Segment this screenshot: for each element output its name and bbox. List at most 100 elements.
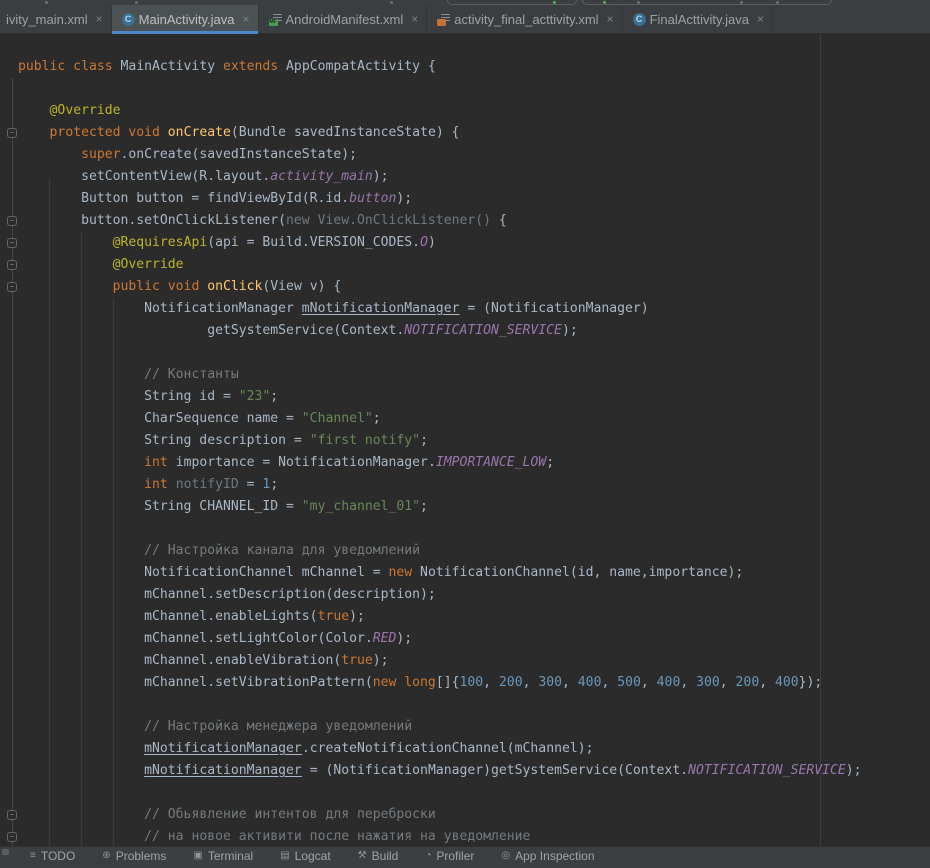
tab-mainactivity-java[interactable]: C MainActivity.java × [112, 5, 259, 33]
toolbar-button-dot [390, 1, 393, 4]
code-line: @Override [18, 254, 862, 276]
tab-finalacttivity-java[interactable]: C FinalActtivity.java × [623, 5, 773, 33]
gutter-fold-line [12, 78, 13, 855]
code-line: String CHANNEL_ID = "my_channel_01"; [18, 496, 862, 518]
code-line: mChannel.setVibrationPattern(new long[]{… [18, 672, 862, 694]
code-line [18, 518, 862, 540]
code-line [18, 782, 862, 804]
code-line: CharSequence name = "Channel"; [18, 408, 862, 430]
terminal-icon: ▣ [193, 850, 202, 862]
tab-label: MainActivity.java [139, 12, 235, 27]
code-line: protected void onCreate(Bundle savedInst… [18, 122, 862, 144]
tool-window-button-app-inspection[interactable]: ◎ App Inspection [501, 850, 594, 863]
code-line [18, 78, 862, 100]
tool-window-label: TODO [41, 850, 75, 863]
code-line: mChannel.enableVibration(true); [18, 650, 862, 672]
toolbar-button-dot [45, 1, 48, 4]
todo-icon: ≡ [30, 850, 36, 862]
tool-window-label: Problems [116, 850, 167, 863]
code-line: NotificationChannel mChannel = new Notif… [18, 562, 862, 584]
code-editor[interactable]: public class MainActivity extends AppCom… [0, 34, 930, 855]
layout-file-icon [437, 13, 450, 26]
code-line: getSystemService(Context.NOTIFICATION_SE… [18, 320, 862, 342]
fold-marker-icon[interactable]: − [7, 260, 17, 270]
fold-marker-icon[interactable]: − [7, 282, 17, 292]
run-configuration-group[interactable] [447, 0, 577, 5]
toolbar-button-dot [740, 1, 743, 4]
code-line: @RequiresApi(api = Build.VERSION_CODES.O… [18, 232, 862, 254]
code-line: // Константы [18, 364, 862, 386]
tab-label: FinalActtivity.java [650, 12, 749, 27]
java-class-icon: C [633, 13, 646, 26]
tool-window-stripe-icon[interactable] [2, 849, 9, 855]
fold-marker-icon[interactable]: − [7, 238, 17, 248]
close-icon[interactable]: × [96, 13, 103, 25]
problems-icon: ⊕ [102, 850, 110, 862]
main-toolbar [0, 0, 930, 5]
tool-window-label: App Inspection [515, 850, 594, 863]
code-line: NotificationManager mNotificationManager… [18, 298, 862, 320]
fold-marker-icon[interactable]: − [7, 216, 17, 226]
tab-androidmanifest-xml[interactable]: MF AndroidManifest.xml × [259, 5, 428, 33]
tool-window-button-problems[interactable]: ⊕ Problems [102, 850, 166, 863]
code-line: public void onClick(View v) { [18, 276, 862, 298]
code-line: super.onCreate(savedInstanceState); [18, 144, 862, 166]
code-line: // Настройка менеджера уведомлений [18, 716, 862, 738]
code-line: // Настройка канала для уведомлений [18, 540, 862, 562]
active-tab-underline [112, 31, 258, 34]
run-button-dot [603, 1, 606, 4]
code-line: // Обьявление интентов для переброски [18, 804, 862, 826]
tool-window-label: Logcat [295, 850, 331, 863]
code-line [18, 342, 862, 364]
close-icon[interactable]: × [607, 13, 614, 25]
toolbar-button-dot [637, 1, 640, 4]
close-icon[interactable]: × [242, 13, 249, 25]
tool-window-button-build[interactable]: ⚒ Build [358, 850, 399, 863]
code-line: @Override [18, 100, 862, 122]
code-line [18, 694, 862, 716]
code-line: setContentView(R.layout.activity_main); [18, 166, 862, 188]
code-line: mNotificationManager.createNotificationC… [18, 738, 862, 760]
manifest-file-icon: MF [269, 13, 282, 26]
code-line: mChannel.setLightColor(Color.RED); [18, 628, 862, 650]
tool-window-label: Build [372, 850, 399, 863]
close-icon[interactable]: × [411, 13, 418, 25]
run-button-dot [553, 1, 556, 4]
fold-marker-icon[interactable]: − [7, 128, 17, 138]
tab-activity-final-acttivity-xml[interactable]: activity_final_acttivity.xml × [427, 5, 622, 33]
code-line: public class MainActivity extends AppCom… [18, 56, 862, 78]
toolbar-button-dot [776, 1, 779, 4]
code-line: mNotificationManager = (NotificationMana… [18, 760, 862, 782]
code-line: mChannel.enableLights(true); [18, 606, 862, 628]
java-class-icon: C [122, 13, 135, 26]
app-inspection-icon: ◎ [501, 850, 510, 862]
tab-label: ivity_main.xml [6, 12, 88, 27]
tool-window-button-todo[interactable]: ≡ TODO [30, 850, 75, 863]
code-text: public class MainActivity extends AppCom… [18, 56, 862, 848]
code-line: int importance = NotificationManager.IMP… [18, 452, 862, 474]
code-line: mChannel.setDescription(description); [18, 584, 862, 606]
tool-window-bar: ≡ TODO ⊕ Problems ▣ Terminal ▤ Logcat ⚒ Build ◔ Pro… [0, 846, 930, 868]
code-line: String id = "23"; [18, 386, 862, 408]
code-line: Button button = findViewById(R.id.button… [18, 188, 862, 210]
tool-window-button-profiler[interactable]: ◔ Profiler [425, 850, 474, 863]
profiler-icon: ◔ [425, 850, 431, 862]
fold-marker-icon[interactable]: − [7, 832, 17, 842]
tab-activity-main-xml[interactable]: ivity_main.xml × [0, 5, 112, 33]
tab-label: AndroidManifest.xml [286, 12, 404, 27]
code-line: button.setOnClickListener(new View.OnCli… [18, 210, 862, 232]
fold-marker-icon[interactable]: − [7, 810, 17, 820]
tool-window-button-logcat[interactable]: ▤ Logcat [280, 850, 330, 863]
toolbar-button-dot [135, 1, 138, 4]
logcat-icon: ▤ [280, 850, 289, 862]
code-line: String description = "first notify"; [18, 430, 862, 452]
tool-window-button-terminal[interactable]: ▣ Terminal [193, 850, 253, 863]
tool-window-label: Terminal [208, 850, 253, 863]
run-actions-group[interactable] [582, 0, 832, 5]
build-icon: ⚒ [358, 850, 367, 862]
tool-window-label: Profiler [436, 850, 474, 863]
close-icon[interactable]: × [757, 13, 764, 25]
tab-label: activity_final_acttivity.xml [454, 12, 598, 27]
code-line: int notifyID = 1; [18, 474, 862, 496]
editor-tab-bar: ivity_main.xml × C MainActivity.java × M… [0, 5, 930, 34]
